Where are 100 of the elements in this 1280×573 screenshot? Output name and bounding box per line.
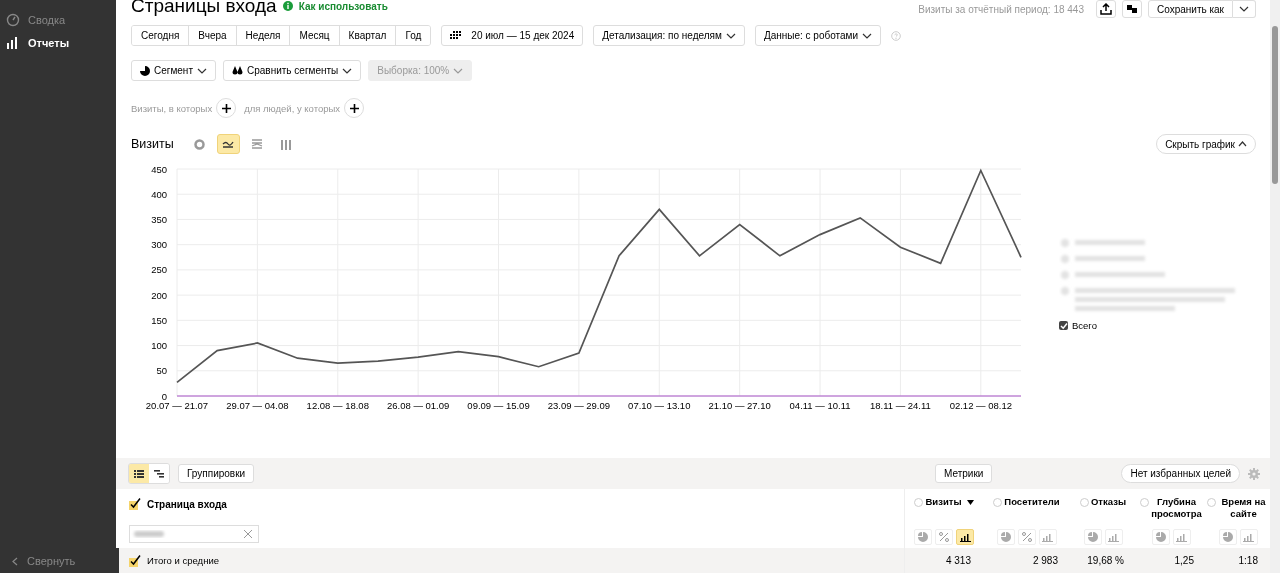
period-total: Визиты за отчётный период: 18 443 <box>918 3 1084 15</box>
plus-icon <box>349 103 359 113</box>
table-cell-text: 2 983 <box>1031 555 1059 566</box>
settings-icon[interactable] <box>1248 467 1260 480</box>
x-tick-label: 29.07 — 04.08 <box>226 400 289 411</box>
dimension-header: Страница входа <box>147 498 227 510</box>
detail-dropdown[interactable]: Детализация: по неделям <box>593 25 745 46</box>
export-button[interactable] <box>1096 0 1116 18</box>
percent-mode-button[interactable] <box>1017 529 1036 545</box>
y-tick-label: 100 <box>151 340 167 352</box>
sidebar-item[interactable]: Отчеты <box>0 31 116 54</box>
help-icon <box>891 30 902 41</box>
column-header[interactable]: Визиты <box>925 496 962 508</box>
bar-chart-icon <box>280 138 293 150</box>
pie-icon <box>140 65 150 76</box>
column-header[interactable]: Посетители <box>1004 496 1060 508</box>
squares-icon <box>1126 3 1138 15</box>
dimension-checkbox[interactable] <box>129 498 141 510</box>
upload-icon <box>1100 3 1112 15</box>
help-icon <box>914 497 924 507</box>
table-cell-text: 19,68 % <box>1086 555 1125 566</box>
percent-icon <box>939 532 949 542</box>
y-tick-label: 150 <box>151 314 167 326</box>
caret-icon <box>725 32 736 39</box>
help-link[interactable]: Как использовать <box>298 0 388 12</box>
column-header[interactable]: Отказы <box>1091 496 1126 508</box>
list-icon <box>134 469 144 478</box>
pie-mode-button[interactable] <box>1083 529 1102 545</box>
y-tick-label: 450 <box>151 163 167 175</box>
tree-view-button[interactable] <box>149 464 169 483</box>
add-condition-button[interactable] <box>344 98 365 118</box>
pie-mode-button[interactable] <box>1218 529 1237 545</box>
help-icon <box>993 497 1003 507</box>
pie-mode-button[interactable] <box>1151 529 1170 545</box>
y-tick-label: 400 <box>151 188 167 200</box>
caret-icon <box>197 67 207 74</box>
legend-checkbox[interactable] <box>1059 321 1068 330</box>
drops-icon <box>232 65 243 76</box>
scrollbar[interactable] <box>1270 0 1280 573</box>
data-dropdown[interactable]: Данные: с роботами <box>754 25 882 46</box>
sidebar-item[interactable]: Сводка <box>0 8 116 31</box>
line-chart-icon <box>222 139 235 149</box>
compare-segments-dropdown[interactable]: Сравнить сегменты <box>223 60 362 81</box>
bar-chart-icon <box>1042 532 1053 542</box>
bar-chart-icon <box>959 532 971 542</box>
y-tick-label: 300 <box>151 239 167 251</box>
pie-icon <box>918 532 928 542</box>
y-tick-label: 350 <box>151 213 167 225</box>
save-menu-button[interactable] <box>1233 0 1256 18</box>
goals-button[interactable]: Нет избранных целей <box>1121 464 1240 483</box>
list-view-button[interactable] <box>129 464 149 483</box>
x-tick-label: 21.10 — 27.10 <box>708 400 771 411</box>
sort-icon[interactable] <box>966 500 974 505</box>
table-cell-text: 1,25 <box>1173 555 1195 566</box>
column-header[interactable]: Глубина просмотра <box>1150 496 1203 520</box>
calendar-icon <box>450 31 463 40</box>
pie-icon <box>1222 532 1233 542</box>
pie-mode-button[interactable] <box>914 529 932 545</box>
x-tick-label: 02.12 — 08.12 <box>949 400 1012 411</box>
save-as-button[interactable]: Сохранить как <box>1148 0 1233 18</box>
percent-icon <box>1021 532 1032 542</box>
pie-icon <box>1087 532 1098 542</box>
add-condition-button[interactable] <box>216 98 237 118</box>
date-range-button[interactable]: 20 июл — 15 дек 2024 <box>441 25 584 46</box>
plus-icon <box>221 103 231 113</box>
share-button[interactable] <box>1122 0 1142 18</box>
period-button[interactable]: Сегодня <box>132 26 190 45</box>
y-tick-label: 0 <box>161 390 167 402</box>
hide-chart-button[interactable]: Скрыть график <box>1156 134 1256 154</box>
bar-mode-button[interactable] <box>956 529 974 545</box>
pie-mode-button[interactable] <box>996 529 1015 545</box>
groupings-button[interactable]: Группировки <box>178 464 255 483</box>
x-tick-label: 12.08 — 18.08 <box>306 400 369 411</box>
area-chart-icon <box>251 139 264 149</box>
chart-title: Визиты <box>131 137 174 151</box>
metrics-button[interactable]: Метрики <box>935 464 993 483</box>
x-tick-label: 23.09 — 29.09 <box>547 400 611 411</box>
caret-icon <box>1238 141 1247 147</box>
bar-chart-icon <box>6 35 20 50</box>
pie-icon <box>1155 532 1166 542</box>
y-tick-label: 200 <box>151 289 167 301</box>
column-header[interactable]: Время на сайте <box>1217 496 1270 520</box>
gauge-icon <box>6 12 20 27</box>
clear-icon[interactable] <box>244 530 252 538</box>
table-cell-text: 4 313 <box>944 555 972 566</box>
table-cell-text: 1:18 <box>1237 555 1259 566</box>
line-chart-button[interactable] <box>216 134 240 154</box>
caret-icon <box>862 32 873 39</box>
x-tick-label: 07.10 — 13.10 <box>628 400 691 411</box>
x-tick-label: 20.07 — 21.07 <box>145 400 209 411</box>
help-icon <box>1080 497 1089 507</box>
segment-dropdown[interactable]: Сегмент <box>131 60 216 81</box>
tree-icon <box>154 469 164 478</box>
condition-label: для людей, у которых <box>244 102 341 114</box>
collapse-button[interactable]: Свернуть <box>0 555 116 573</box>
x-tick-label: 18.11 — 24.11 <box>869 400 931 411</box>
totals-checkbox[interactable] <box>129 554 141 567</box>
filter-field[interactable] <box>129 525 259 543</box>
help-icon <box>1206 497 1216 507</box>
y-tick-label: 250 <box>151 264 167 276</box>
